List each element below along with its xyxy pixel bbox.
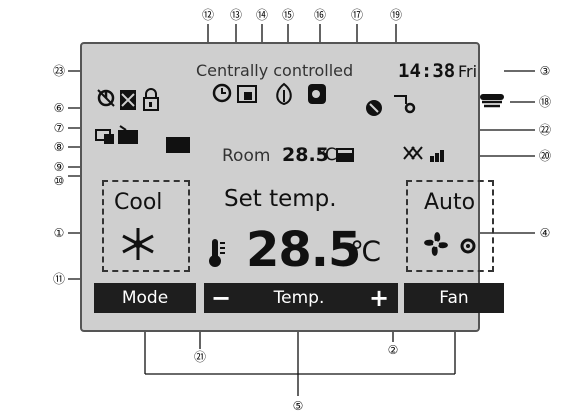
callout-4: ④ (539, 226, 551, 240)
callout-5: ⑤ (292, 399, 304, 413)
auto-fan-icon (460, 238, 476, 254)
snowflake-icon (122, 228, 154, 260)
clock-time: 14:38 (398, 60, 456, 82)
set-temperature-value: 28.5 (246, 222, 361, 278)
callout-10: ⑩ (53, 174, 65, 188)
set-temp-label: Set temp. (224, 186, 337, 212)
centrally-controlled-text: Centrally controlled (196, 61, 354, 80)
on-off-timer-icon (97, 89, 115, 107)
fan-speed-label: Auto (424, 190, 476, 215)
callout-1: ① (53, 226, 65, 240)
callout-7: ⑦ (53, 121, 65, 135)
status-icon-group-top (212, 82, 326, 106)
louver-icon (480, 94, 504, 108)
callout-15: ⑮ (281, 8, 294, 22)
energy-saving-icon (276, 82, 292, 106)
timer-icon (212, 83, 232, 103)
temp-down-button[interactable]: − (206, 283, 236, 313)
callout-8: ⑧ (53, 140, 65, 154)
outdoor-unit-icon (308, 84, 326, 104)
error-icon (118, 125, 138, 144)
vane-icon (394, 95, 416, 114)
ventilation-icon (120, 90, 136, 110)
callout-12: ⑫ (201, 8, 214, 22)
preliminary-error-icon (166, 137, 190, 153)
weekly-timer-icon (237, 85, 257, 103)
callout-18: ⑱ (538, 95, 551, 109)
callout-11: ⑪ (52, 272, 65, 286)
sensor-icon (366, 100, 382, 116)
mode-softkey[interactable]: Mode (94, 283, 196, 313)
room-temperature-unit: ℃ (318, 145, 338, 165)
callout-16: ⑯ (313, 8, 326, 22)
callout-2: ② (387, 343, 399, 357)
callout-21: ㉑ (193, 350, 206, 364)
thermometer-icon (209, 239, 225, 267)
callout-3: ③ (539, 64, 551, 78)
lock-icon (143, 88, 159, 111)
day-of-week: Fri (458, 62, 478, 81)
temp-softkey[interactable]: Temp. (252, 283, 346, 313)
filter-icon (95, 129, 114, 144)
callout-17: ⑰ (350, 8, 363, 22)
fan-icon (424, 232, 476, 256)
callout-14: ⑭ (255, 8, 268, 22)
function-setting-icon (336, 148, 354, 162)
callout-23: ㉓ (52, 64, 65, 78)
callout-6: ⑥ (53, 101, 65, 115)
callout-22: ㉒ (538, 123, 551, 137)
fan-softkey[interactable]: Fan (404, 283, 504, 313)
ventilation-level-icon (403, 146, 444, 162)
status-icon-group-right (366, 95, 416, 116)
room-label: Room (222, 146, 271, 166)
remote-controller-diagram: Centrally controlled 14:38 Fri Room 28.5… (0, 0, 561, 419)
callout-20: ⑳ (538, 149, 551, 163)
temp-up-button[interactable]: + (364, 283, 394, 313)
mode-label: Cool (114, 190, 163, 215)
set-temperature-unit: ℃ (350, 235, 382, 268)
callout-19: ⑲ (389, 8, 402, 22)
callout-13: ⑬ (229, 8, 242, 22)
status-icon-group-left (95, 88, 159, 144)
